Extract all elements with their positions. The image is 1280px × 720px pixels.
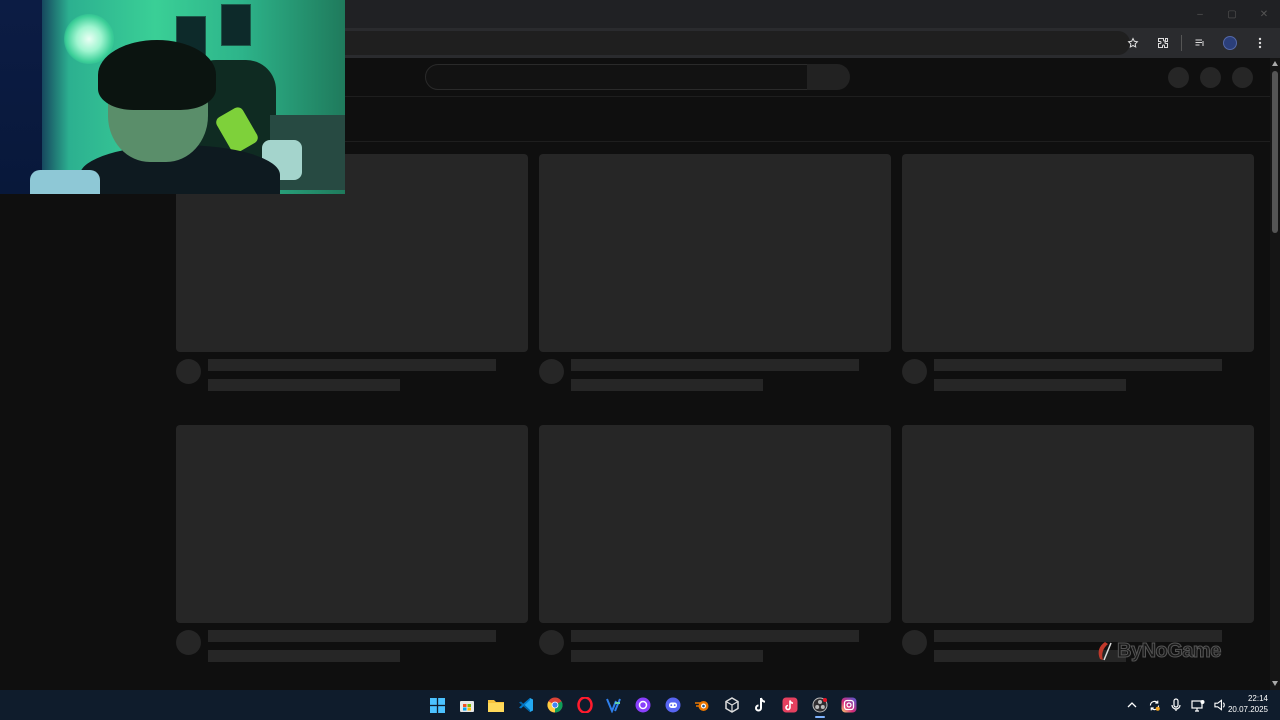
meta-line-placeholder: [571, 379, 763, 391]
thumbnail-placeholder: [176, 425, 528, 623]
channel-avatar-placeholder: [539, 359, 564, 384]
minimize-button[interactable]: –: [1184, 0, 1216, 28]
webcam-wall: [0, 0, 42, 194]
address-bar[interactable]: [345, 31, 1130, 55]
thumbnail-placeholder: [539, 154, 891, 352]
microsoft-store-icon[interactable]: [452, 690, 481, 720]
network-icon[interactable]: [1190, 697, 1206, 713]
search-button[interactable]: [807, 64, 850, 90]
desktop-screen: – ▢ ✕ ByNoGame 22:14 20.07.2025: [0, 0, 1280, 720]
windows-taskbar: 22:14 20.07.2025: [0, 690, 1280, 720]
page-scrollbar[interactable]: [1270, 58, 1280, 690]
channel-avatar-placeholder: [902, 359, 927, 384]
watermark-logo-icon: [1098, 642, 1112, 661]
window-controls: – ▢ ✕: [1184, 0, 1280, 28]
meta-line-placeholder: [208, 379, 400, 391]
taskbar-clock[interactable]: 22:14 20.07.2025: [1228, 693, 1268, 715]
star-icon[interactable]: [1119, 29, 1147, 57]
watermark: ByNoGame: [1095, 639, 1222, 663]
more-menu-icon[interactable]: [1246, 29, 1274, 57]
opera-icon[interactable]: [570, 690, 599, 720]
vscodium-icon[interactable]: [599, 690, 628, 720]
thumbnail-placeholder: [902, 154, 1254, 352]
channel-avatar-placeholder: [539, 630, 564, 655]
title-line-placeholder: [934, 359, 1222, 371]
tiktok-icon[interactable]: [746, 690, 775, 720]
chrome-icon[interactable]: [541, 690, 570, 720]
thumbnail-placeholder: [539, 425, 891, 623]
file-explorer-icon[interactable]: [482, 690, 511, 720]
toolbar-separator: [1181, 35, 1182, 51]
close-button[interactable]: ✕: [1248, 0, 1280, 28]
watermark-text: ByNoGame: [1117, 639, 1222, 662]
webcam-sheet: [30, 170, 100, 194]
account-avatar-placeholder[interactable]: [1232, 67, 1253, 88]
extensions-icon[interactable]: [1149, 29, 1177, 57]
sync-icon[interactable]: [1146, 697, 1162, 713]
channel-avatar-placeholder: [176, 630, 201, 655]
profile-avatar: [1223, 36, 1237, 50]
channel-avatar-placeholder: [902, 630, 927, 655]
windows-start-icon[interactable]: [423, 690, 452, 720]
meta-line-placeholder: [934, 379, 1126, 391]
meta-line-placeholder: [571, 650, 763, 662]
title-line-placeholder: [208, 630, 496, 642]
blender-icon[interactable]: [688, 690, 717, 720]
profile-icon[interactable]: [1216, 29, 1244, 57]
maximize-button[interactable]: ▢: [1216, 0, 1248, 28]
scroll-down-arrow[interactable]: [1272, 681, 1278, 686]
scroll-thumb[interactable]: [1272, 71, 1278, 233]
tiktok-app-icon[interactable]: [776, 690, 805, 720]
arc-browser-icon[interactable]: [629, 690, 658, 720]
media-controls-icon[interactable]: [1186, 29, 1214, 57]
system-tray: [1124, 690, 1228, 720]
obs-icon[interactable]: [805, 690, 834, 720]
thumbnail-placeholder: [902, 425, 1254, 623]
title-line-placeholder: [571, 359, 859, 371]
vscode-icon[interactable]: [511, 690, 540, 720]
clock-time: 22:14: [1247, 694, 1268, 703]
unity-icon[interactable]: [717, 690, 746, 720]
meta-line-placeholder: [208, 650, 400, 662]
title-line-placeholder: [571, 630, 859, 642]
instagram-icon[interactable]: [834, 690, 863, 720]
webcam-overlay: [0, 0, 345, 194]
microphone-icon[interactable]: [1168, 697, 1184, 713]
volume-icon[interactable]: [1212, 697, 1228, 713]
chevron-up-icon[interactable]: [1124, 697, 1140, 713]
discord-icon[interactable]: [658, 690, 687, 720]
webcam-poster: [221, 4, 251, 46]
create-button-placeholder[interactable]: [1168, 67, 1189, 88]
clock-date: 20.07.2025: [1227, 705, 1268, 714]
webcam-person-hair: [98, 40, 216, 110]
toolbar-icons: [1119, 28, 1274, 58]
search-input[interactable]: [425, 64, 808, 90]
scroll-up-arrow[interactable]: [1272, 61, 1278, 66]
notifications-button-placeholder[interactable]: [1200, 67, 1221, 88]
title-line-placeholder: [208, 359, 496, 371]
taskbar-apps: [423, 690, 864, 720]
channel-avatar-placeholder: [176, 359, 201, 384]
